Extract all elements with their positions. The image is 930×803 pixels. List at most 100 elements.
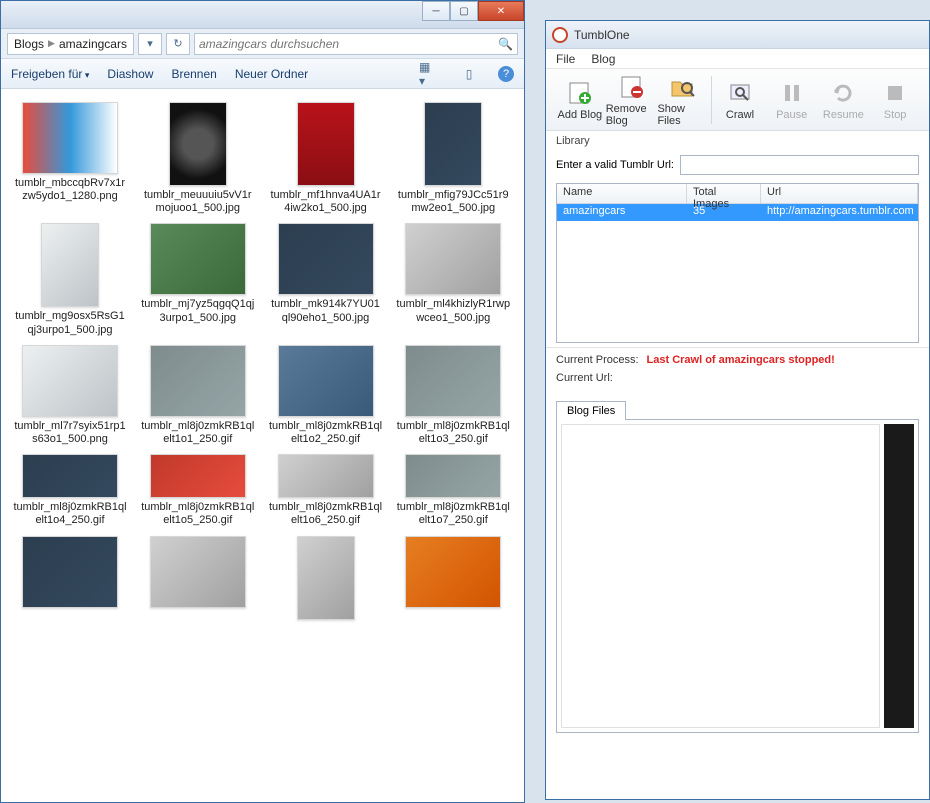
col-total-images[interactable]: Total Images <box>687 184 761 203</box>
search-box[interactable]: 🔍 <box>194 33 518 55</box>
process-message: Last Crawl of amazingcars stopped! <box>647 354 835 366</box>
file-item[interactable] <box>394 536 512 623</box>
thumbnail <box>22 536 118 608</box>
file-grid[interactable]: tumblr_mbccqbRv7x1rzw5ydo1_1280.pngtumbl… <box>5 92 524 802</box>
chevron-right-icon: ▶ <box>48 38 55 49</box>
file-item[interactable]: tumblr_mbccqbRv7x1rzw5ydo1_1280.png <box>11 102 129 215</box>
file-item[interactable]: tumblr_meuuuiu5vV1rmojuoo1_500.jpg <box>139 102 257 215</box>
file-item[interactable]: tumblr_mk914k7YU01ql90eho1_500.jpg <box>267 223 385 336</box>
status-area: Current Process: Last Crawl of amazingca… <box>546 348 929 396</box>
search-icon[interactable]: 🔍 <box>498 37 513 51</box>
thumbnail <box>278 454 374 498</box>
thumbnail <box>405 345 501 417</box>
file-item[interactable]: tumblr_ml8j0zmkRB1qlelt1o1_250.gif <box>139 345 257 446</box>
explorer-toolbar: Freigeben für Diashow Brennen Neuer Ordn… <box>1 59 524 89</box>
burn-button[interactable]: Brennen <box>171 67 216 81</box>
add-icon <box>566 79 594 107</box>
menu-blog[interactable]: Blog <box>591 52 615 66</box>
file-item[interactable]: tumblr_ml8j0zmkRB1qlelt1o3_250.gif <box>394 345 512 446</box>
grid-row[interactable]: amazingcars 35 http://amazingcars.tumblr… <box>557 204 918 221</box>
remove-blog-button[interactable]: Remove Blog <box>606 72 658 128</box>
file-item[interactable] <box>139 536 257 623</box>
toolbar: Add Blog Remove Blog Show Files Crawl Pa… <box>546 69 929 131</box>
file-item[interactable]: tumblr_ml7r7syix51rp1s63o1_500.png <box>11 345 129 446</box>
file-item[interactable] <box>267 536 385 623</box>
file-item[interactable]: tumblr_ml8j0zmkRB1qlelt1o5_250.gif <box>139 454 257 527</box>
thumbnail <box>41 223 99 307</box>
file-item[interactable]: tumblr_mfig79JCc51r9mw2eo1_500.jpg <box>394 102 512 215</box>
crawl-button[interactable]: Crawl <box>714 72 766 128</box>
share-menu[interactable]: Freigeben für <box>11 67 89 81</box>
thumbnail <box>278 345 374 417</box>
file-name: tumblr_mg9osx5RsG1qj3urpo1_500.jpg <box>11 310 129 336</box>
library-panel: Library Enter a valid Tumblr Url: Name T… <box>546 131 929 348</box>
preview-list[interactable] <box>561 424 880 728</box>
file-item[interactable]: tumblr_mf1hnva4UA1r4iw2ko1_500.jpg <box>267 102 385 215</box>
file-name: tumblr_meuuuiu5vV1rmojuoo1_500.jpg <box>139 189 257 215</box>
thumbnail <box>297 536 355 620</box>
file-item[interactable]: tumblr_ml8j0zmkRB1qlelt1o4_250.gif <box>11 454 129 527</box>
resume-button[interactable]: Resume <box>818 72 870 128</box>
file-item[interactable]: tumblr_ml8j0zmkRB1qlelt1o6_250.gif <box>267 454 385 527</box>
menu-file[interactable]: File <box>556 52 575 66</box>
file-name: tumblr_mj7yz5qgqQ1qj3urpo1_500.jpg <box>139 298 257 324</box>
stop-button[interactable]: Stop <box>869 72 921 128</box>
add-blog-button[interactable]: Add Blog <box>554 72 606 128</box>
pause-button[interactable]: Pause <box>766 72 818 128</box>
resume-icon <box>829 79 857 107</box>
new-folder-button[interactable]: Neuer Ordner <box>235 67 308 81</box>
file-item[interactable]: tumblr_ml4khizlyR1rwpwceo1_500.jpg <box>394 223 512 336</box>
stop-icon <box>881 79 909 107</box>
url-input[interactable] <box>680 155 919 175</box>
file-item[interactable]: tumblr_mg9osx5RsG1qj3urpo1_500.jpg <box>11 223 129 336</box>
show-files-button[interactable]: Show Files <box>657 72 709 128</box>
thumbnail <box>405 454 501 498</box>
thumbnail <box>150 536 246 608</box>
view-options-button[interactable]: ▦ ▾ <box>418 64 440 84</box>
cell-total: 35 <box>687 204 761 221</box>
refresh-button[interactable]: ↻ <box>166 33 190 55</box>
menu-bar: File Blog <box>546 49 929 69</box>
app-icon <box>552 27 568 43</box>
thumbnail <box>169 102 227 186</box>
thumbnail <box>405 536 501 608</box>
file-item[interactable] <box>11 536 129 623</box>
url-label: Enter a valid Tumblr Url: <box>556 159 674 171</box>
maximize-button[interactable]: ▢ <box>450 1 478 21</box>
minimize-button[interactable]: ─ <box>422 1 450 21</box>
breadcrumb-part[interactable]: Blogs <box>14 37 44 51</box>
grid-header: Name Total Images Url <box>557 184 918 204</box>
process-label: Current Process: <box>556 354 639 366</box>
file-name: tumblr_ml8j0zmkRB1qlelt1o6_250.gif <box>267 501 385 527</box>
preview-pane-button[interactable]: ▯ <box>458 64 480 84</box>
file-name: tumblr_mf1hnva4UA1r4iw2ko1_500.jpg <box>267 189 385 215</box>
tumblone-window: TumblOne File Blog Add Blog Remove Blog … <box>545 20 930 800</box>
thumbnail <box>22 454 118 498</box>
preview-panel <box>556 419 919 733</box>
tab-blog-files[interactable]: Blog Files <box>556 401 626 420</box>
cell-url: http://amazingcars.tumblr.com <box>761 204 918 221</box>
app-title: TumblOne <box>574 28 630 42</box>
help-icon[interactable]: ? <box>498 66 514 82</box>
file-item[interactable]: tumblr_ml8j0zmkRB1qlelt1o7_250.gif <box>394 454 512 527</box>
history-dropdown-button[interactable]: ▾ <box>138 33 162 55</box>
slideshow-button[interactable]: Diashow <box>107 67 153 81</box>
col-url[interactable]: Url <box>761 184 918 203</box>
blog-grid[interactable]: Name Total Images Url amazingcars 35 htt… <box>556 183 919 343</box>
close-button[interactable]: ✕ <box>478 1 524 21</box>
thumbnail <box>150 454 246 498</box>
breadcrumb[interactable]: Blogs ▶ amazingcars <box>7 33 134 55</box>
file-name: tumblr_ml8j0zmkRB1qlelt1o5_250.gif <box>139 501 257 527</box>
col-name[interactable]: Name <box>557 184 687 203</box>
pause-icon <box>778 79 806 107</box>
search-input[interactable] <box>199 37 498 51</box>
breadcrumb-part[interactable]: amazingcars <box>59 37 127 51</box>
file-item[interactable]: tumblr_ml8j0zmkRB1qlelt1o2_250.gif <box>267 345 385 446</box>
remove-icon <box>618 73 646 101</box>
separator <box>711 76 712 124</box>
file-name: tumblr_mbccqbRv7x1rzw5ydo1_1280.png <box>11 177 129 203</box>
folder-search-icon <box>669 73 697 101</box>
thumbnail <box>150 345 246 417</box>
file-name: tumblr_ml4khizlyR1rwpwceo1_500.jpg <box>394 298 512 324</box>
file-item[interactable]: tumblr_mj7yz5qgqQ1qj3urpo1_500.jpg <box>139 223 257 336</box>
